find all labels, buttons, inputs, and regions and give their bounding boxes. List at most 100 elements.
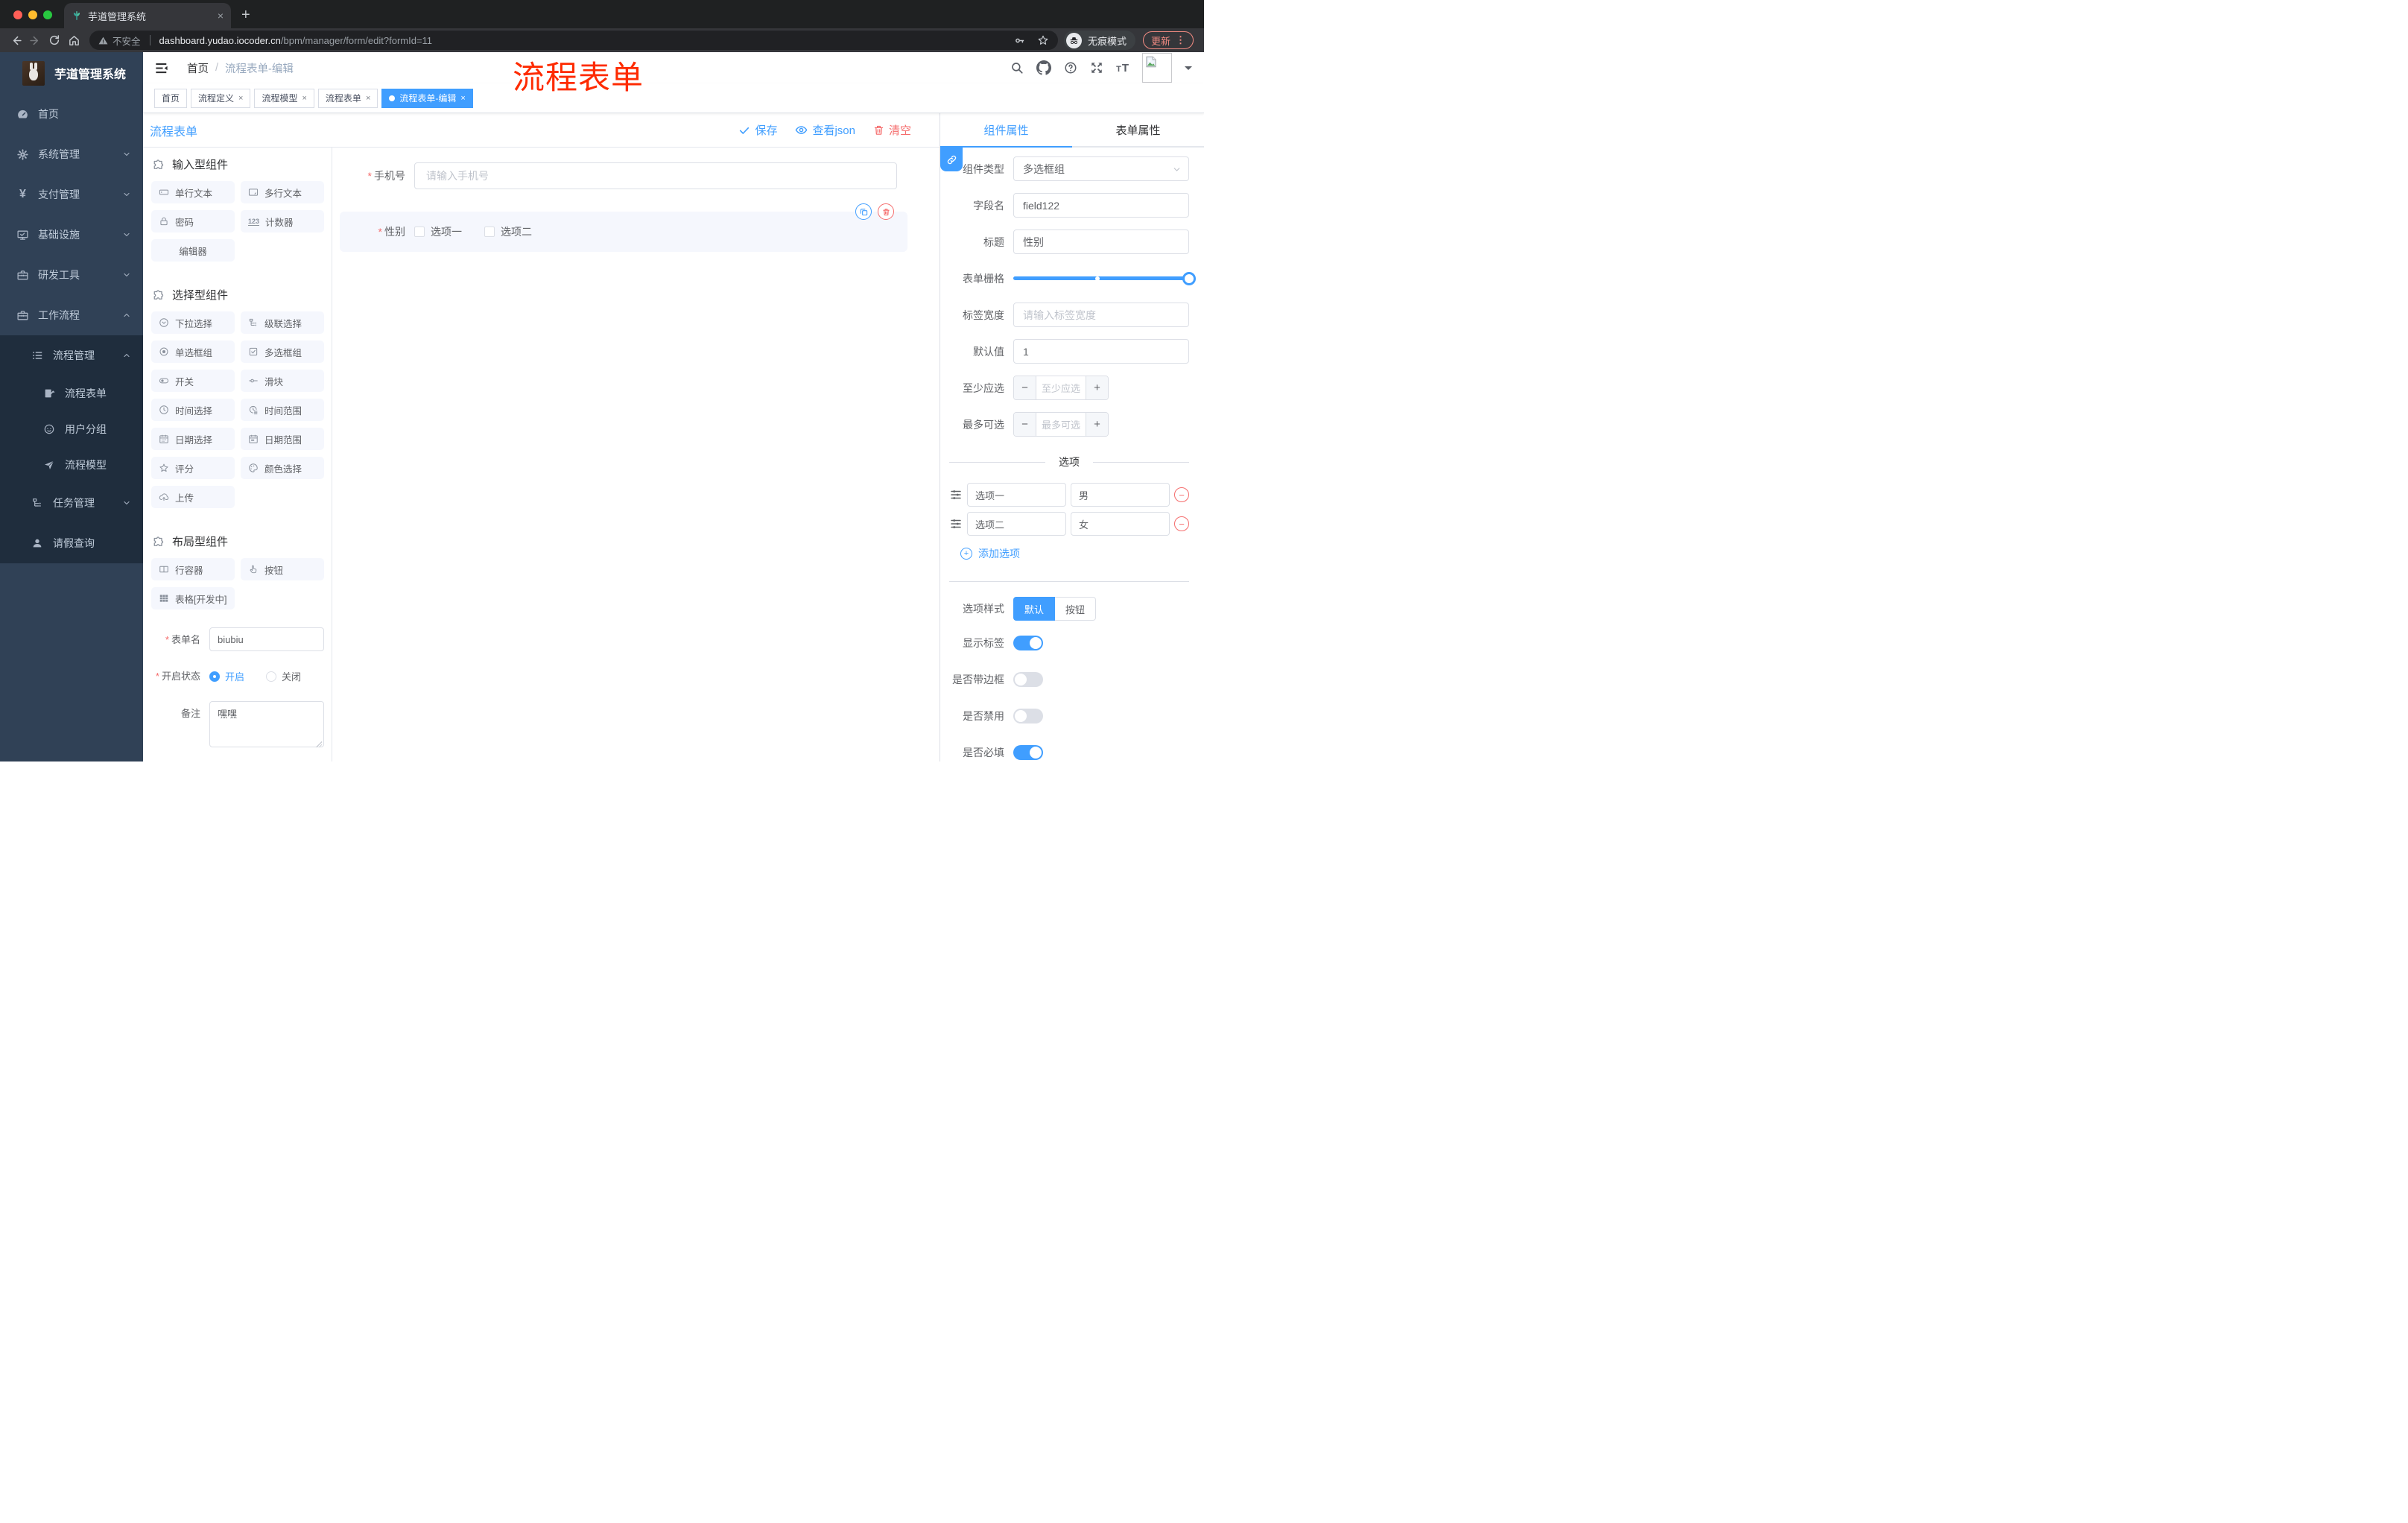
zoom-window-button[interactable] [43, 10, 52, 19]
tag-process-definition[interactable]: 流程定义 × [191, 88, 251, 108]
sidebar-item-system[interactable]: 系统管理 [0, 134, 143, 174]
component-type-select[interactable]: 多选框组 [1013, 156, 1189, 181]
browser-tab[interactable]: 芋道管理系统 × [64, 3, 231, 28]
style-default-button[interactable]: 默认 [1013, 597, 1056, 621]
bookmark-star-icon[interactable] [1037, 34, 1049, 46]
palette-item-radio-group[interactable]: 单选框组 [151, 341, 235, 363]
sidebar-item-process-mgmt[interactable]: 流程管理 [0, 335, 143, 376]
resize-grip-icon[interactable] [316, 741, 322, 747]
gender-checkbox-option2[interactable]: 选项二 [484, 224, 532, 239]
palette-item-time-range[interactable]: 时间范围 [241, 399, 324, 421]
drag-handle-icon[interactable] [949, 517, 963, 531]
decrease-icon[interactable]: − [1014, 376, 1036, 399]
radio-off-label[interactable]: 关闭 [282, 669, 301, 683]
sidebar-item-devtools[interactable]: 研发工具 [0, 255, 143, 295]
github-icon[interactable] [1036, 60, 1052, 75]
search-icon[interactable] [1010, 61, 1024, 75]
field-name-input[interactable] [1013, 193, 1189, 218]
palette-item-upload[interactable]: 上传 [151, 486, 235, 508]
sidebar-item-workflow[interactable]: 工作流程 [0, 295, 143, 335]
caret-down-icon[interactable] [1185, 66, 1192, 74]
remove-option-icon[interactable]: − [1174, 487, 1189, 502]
palette-item-button[interactable]: 按钮 [241, 558, 324, 580]
sidebar-item-task-mgmt[interactable]: 任务管理 [0, 483, 143, 523]
form-name-input[interactable] [209, 627, 324, 651]
style-button-button[interactable]: 按钮 [1055, 597, 1097, 621]
checkbox-icon[interactable] [414, 227, 425, 237]
palette-item-single-text[interactable]: 单行文本 [151, 181, 235, 203]
close-window-button[interactable] [13, 10, 22, 19]
option2-label-input[interactable] [967, 512, 1066, 536]
sidebar-item-home[interactable]: 首页 [0, 94, 143, 134]
remove-option-icon[interactable]: − [1174, 516, 1189, 531]
selected-component-gender[interactable]: 性别 选项一 选项二 [340, 203, 907, 252]
breadcrumb-home[interactable]: 首页 [187, 60, 209, 76]
security-warning-icon[interactable] [98, 36, 108, 45]
palette-item-table[interactable]: 表格[开发中] [151, 587, 235, 609]
palette-item-cascader[interactable]: 级联选择 [241, 311, 324, 334]
forward-icon[interactable] [25, 31, 45, 50]
tab-component-props[interactable]: 组件属性 [940, 113, 1072, 148]
font-size-icon[interactable]: TT [1116, 62, 1129, 75]
tab-form-props[interactable]: 表单属性 [1072, 113, 1204, 146]
radio-off[interactable] [266, 671, 277, 682]
link-tab-button[interactable] [940, 148, 963, 171]
palette-item-color[interactable]: 颜色选择 [241, 457, 324, 479]
sidebar-item-payment[interactable]: ¥ 支付管理 [0, 174, 143, 215]
tag-process-model[interactable]: 流程模型 × [254, 88, 314, 108]
browser-update-button[interactable]: 更新 ⋮ [1142, 31, 1194, 49]
decrease-icon[interactable]: − [1014, 413, 1036, 436]
address-bar[interactable]: 不安全 dashboard.yudao.iocoder.cn/bpm/manag… [89, 31, 1058, 50]
clear-button[interactable]: 清空 [873, 122, 911, 138]
gender-checkbox-option1[interactable]: 选项一 [414, 224, 462, 239]
form-grid-slider[interactable] [1013, 266, 1196, 291]
sidebar-item-leave-query[interactable]: 请假查询 [0, 523, 143, 563]
default-value-input[interactable] [1013, 339, 1189, 364]
avatar[interactable] [1142, 53, 1172, 83]
reload-icon[interactable] [45, 31, 64, 50]
copy-component-button[interactable] [855, 203, 872, 220]
palette-item-counter[interactable]: 123 计数器 [241, 210, 324, 232]
palette-item-row-container[interactable]: 行容器 [151, 558, 235, 580]
tag-home[interactable]: 首页 [154, 88, 188, 108]
tag-process-form-edit[interactable]: 流程表单-编辑 × [381, 88, 473, 108]
sidebar-collapse-icon[interactable] [155, 61, 169, 75]
help-icon[interactable] [1064, 61, 1077, 75]
option2-value-input[interactable] [1071, 512, 1170, 536]
save-button[interactable]: 保存 [738, 122, 777, 138]
sidebar-item-process-form[interactable]: 流程表单 [0, 376, 143, 411]
required-switch-on[interactable] [1013, 745, 1043, 760]
palette-item-password[interactable]: 密码 [151, 210, 235, 232]
sidebar-item-infrastructure[interactable]: 基础设施 [0, 215, 143, 255]
tag-close-icon[interactable]: × [302, 94, 306, 103]
palette-item-checkbox-group[interactable]: 多选框组 [241, 341, 324, 363]
tag-close-icon[interactable]: × [460, 94, 465, 103]
view-json-button[interactable]: 查看json [795, 122, 855, 138]
radio-on-label[interactable]: 开启 [225, 669, 244, 683]
checkbox-icon[interactable] [484, 227, 495, 237]
form-canvas[interactable]: 手机号 性别 选项一 选 [332, 148, 940, 762]
show-label-switch-on[interactable] [1013, 636, 1043, 650]
phone-input[interactable] [414, 162, 897, 189]
palette-item-time[interactable]: 时间选择 [151, 399, 235, 421]
option1-value-input[interactable] [1071, 483, 1170, 507]
tag-close-icon[interactable]: × [238, 94, 243, 103]
label-width-input[interactable] [1013, 303, 1189, 327]
browser-menu-icon[interactable]: ⋮ [1176, 34, 1185, 46]
tab-close-icon[interactable]: × [218, 10, 224, 22]
palette-item-switch[interactable]: 开关 [151, 370, 235, 392]
fullscreen-icon[interactable] [1090, 61, 1103, 75]
radio-on-selected[interactable] [209, 671, 220, 682]
sidebar-item-process-model[interactable]: 流程模型 [0, 447, 143, 483]
palette-item-select[interactable]: 下拉选择 [151, 311, 235, 334]
delete-component-button[interactable] [878, 203, 894, 220]
minimize-window-button[interactable] [28, 10, 37, 19]
max-select-value[interactable]: 最多可选 [1036, 413, 1086, 436]
back-icon[interactable] [6, 31, 25, 50]
min-select-value[interactable]: 至少应选 [1036, 376, 1086, 399]
sidebar-item-user-group[interactable]: 用户分组 [0, 411, 143, 447]
slider-track[interactable] [1013, 271, 1196, 285]
palette-item-date[interactable]: 日期选择 [151, 428, 235, 450]
phone-field-row[interactable]: 手机号 [340, 162, 906, 189]
app-logo[interactable]: 芋道管理系统 [0, 52, 143, 94]
